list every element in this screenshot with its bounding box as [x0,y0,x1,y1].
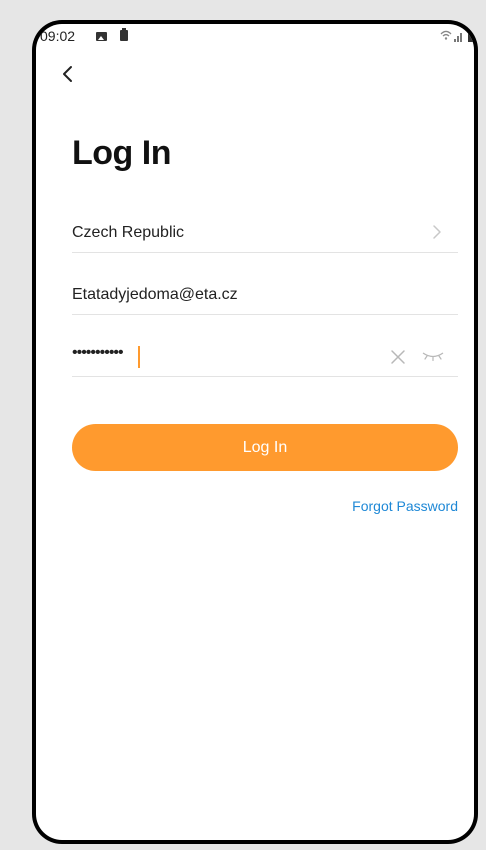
eye-closed-icon[interactable] [422,351,444,361]
password-value: ••••••••••• [72,344,124,361]
back-button[interactable] [56,62,80,86]
chevron-right-icon [433,225,441,239]
signal-icon [454,32,464,42]
login-button[interactable]: Log In [72,424,458,471]
battery-saver-icon [120,28,128,41]
screen: 09:02 Log In Czech Republic Etatadyjedom… [36,24,474,840]
page: 09:02 Log In Czech Republic Etatadyjedom… [0,0,486,850]
page-title: Log In [72,134,171,172]
email-value: Etatadyjedoma@eta.cz [72,286,238,303]
status-bar: 09:02 [36,24,474,48]
wifi-icon [440,30,452,43]
password-field[interactable]: ••••••••••• [72,336,458,377]
status-time: 09:02 [40,28,76,44]
image-icon [96,32,107,41]
text-cursor [138,346,140,368]
phone-frame: 09:02 Log In Czech Republic Etatadyjedom… [32,20,478,844]
chevron-left-icon [63,66,72,82]
email-field[interactable]: Etatadyjedoma@eta.cz [72,274,458,315]
clear-icon[interactable] [390,349,406,365]
country-value: Czech Republic [72,224,185,241]
battery-icon [468,30,474,42]
country-selector[interactable]: Czech Republic [72,212,458,253]
forgot-password-link[interactable]: Forgot Password [352,498,458,514]
